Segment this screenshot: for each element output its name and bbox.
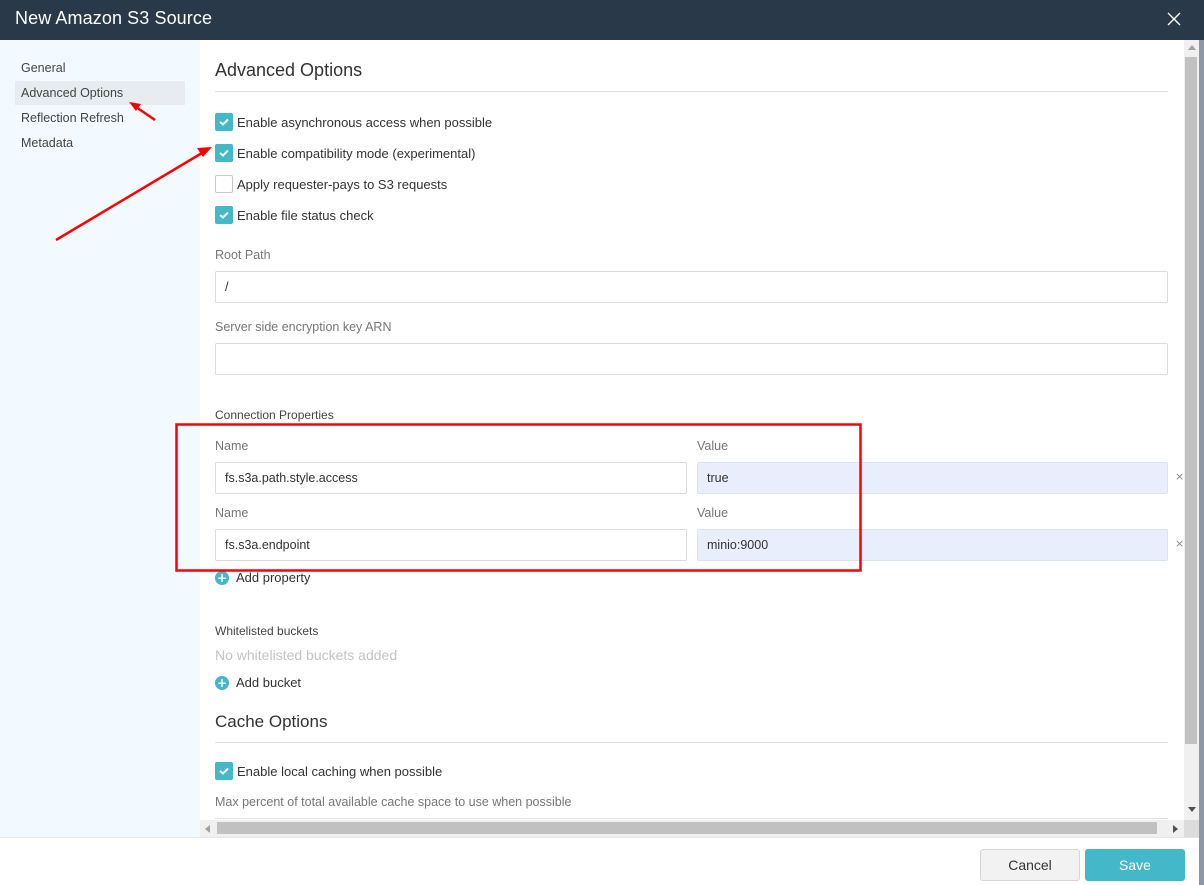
sidebar-item-metadata[interactable]: Metadata (15, 131, 185, 155)
add-bucket-button[interactable]: + Add bucket (215, 675, 301, 690)
checkbox-label: Enable asynchronous access when possible (237, 114, 493, 130)
dialog-titlebar: New Amazon S3 Source (0, 0, 1204, 40)
scroll-up-arrow-icon[interactable] (1184, 40, 1199, 55)
scrollbar-corner (1184, 820, 1199, 837)
plus-circle-icon: + (215, 675, 229, 690)
sidebar-nav: General Advanced Options Reflection Refr… (0, 40, 200, 837)
divider (215, 91, 1168, 92)
plus-circle-icon: + (215, 570, 229, 585)
property-value-input[interactable] (697, 462, 1168, 494)
dialog-title: New Amazon S3 Source (15, 8, 213, 28)
checkbox-async-access[interactable]: Enable asynchronous access when possible (215, 113, 492, 131)
scroll-left-arrow-icon[interactable] (200, 820, 215, 837)
divider (215, 818, 1168, 819)
checkbox-checked-icon[interactable] (215, 144, 233, 162)
property-name-label: Name (215, 439, 249, 453)
root-path-label: Root Path (215, 248, 271, 262)
checkbox-checked-icon[interactable] (215, 206, 233, 224)
vertical-scrollbar[interactable] (1184, 40, 1199, 820)
divider (215, 742, 1168, 743)
advanced-options-panel: Advanced Options Enable asynchronous acc… (200, 40, 1184, 820)
checkbox-checked-icon[interactable] (215, 113, 233, 131)
vertical-scroll-thumb[interactable] (1185, 57, 1197, 744)
max-cache-percent-label: Max percent of total available cache spa… (215, 795, 572, 809)
checkbox-unchecked-icon[interactable] (215, 175, 233, 193)
add-property-button[interactable]: + Add property (215, 570, 310, 585)
remove-property-icon[interactable]: × (1175, 537, 1184, 550)
cancel-button[interactable]: Cancel (980, 849, 1080, 881)
checkbox-checked-icon[interactable] (215, 762, 233, 780)
checkbox-label: Enable compatibility mode (experimental) (237, 145, 476, 161)
checkbox-file-status-check[interactable]: Enable file status check (215, 206, 374, 224)
checkbox-requester-pays[interactable]: Apply requester-pays to S3 requests (215, 175, 447, 193)
property-name-input[interactable] (215, 529, 687, 561)
close-icon[interactable] (1163, 8, 1185, 30)
encryption-key-input[interactable] (215, 343, 1168, 375)
save-button[interactable]: Save (1085, 849, 1185, 881)
root-path-input[interactable] (215, 271, 1168, 303)
horizontal-scrollbar[interactable] (200, 820, 1184, 837)
whitelisted-buckets-empty: No whitelisted buckets added (215, 647, 398, 663)
scroll-down-arrow-icon[interactable] (1184, 802, 1199, 817)
checkbox-label: Enable file status check (237, 207, 374, 223)
checkbox-label: Apply requester-pays to S3 requests (237, 176, 448, 192)
add-property-label: Add property (236, 570, 311, 585)
sidebar-item-general[interactable]: General (15, 56, 185, 80)
remove-property-icon[interactable]: × (1175, 470, 1184, 483)
horizontal-scroll-thumb[interactable] (217, 822, 1157, 834)
section-heading-advanced: Advanced Options (215, 60, 363, 80)
property-value-input[interactable] (697, 529, 1168, 561)
checkbox-compatibility-mode[interactable]: Enable compatibility mode (experimental) (215, 144, 475, 162)
add-bucket-label: Add bucket (236, 675, 302, 690)
property-name-input[interactable] (215, 462, 687, 494)
connection-properties-label: Connection Properties (215, 408, 334, 422)
window-edge (1199, 40, 1204, 885)
section-heading-cache: Cache Options (215, 712, 328, 731)
checkbox-local-caching[interactable]: Enable local caching when possible (215, 762, 442, 780)
sidebar-item-advanced-options[interactable]: Advanced Options (15, 81, 185, 105)
encryption-key-label: Server side encryption key ARN (215, 320, 392, 334)
whitelisted-buckets-label: Whitelisted buckets (215, 624, 319, 638)
sidebar-item-reflection-refresh[interactable]: Reflection Refresh (15, 106, 185, 130)
property-value-label: Value (697, 506, 729, 520)
scroll-right-arrow-icon[interactable] (1168, 820, 1183, 837)
property-value-label: Value (697, 439, 729, 453)
property-name-label: Name (215, 506, 249, 520)
dialog-footer: Cancel Save (0, 837, 1199, 885)
checkbox-label: Enable local caching when possible (237, 763, 443, 779)
